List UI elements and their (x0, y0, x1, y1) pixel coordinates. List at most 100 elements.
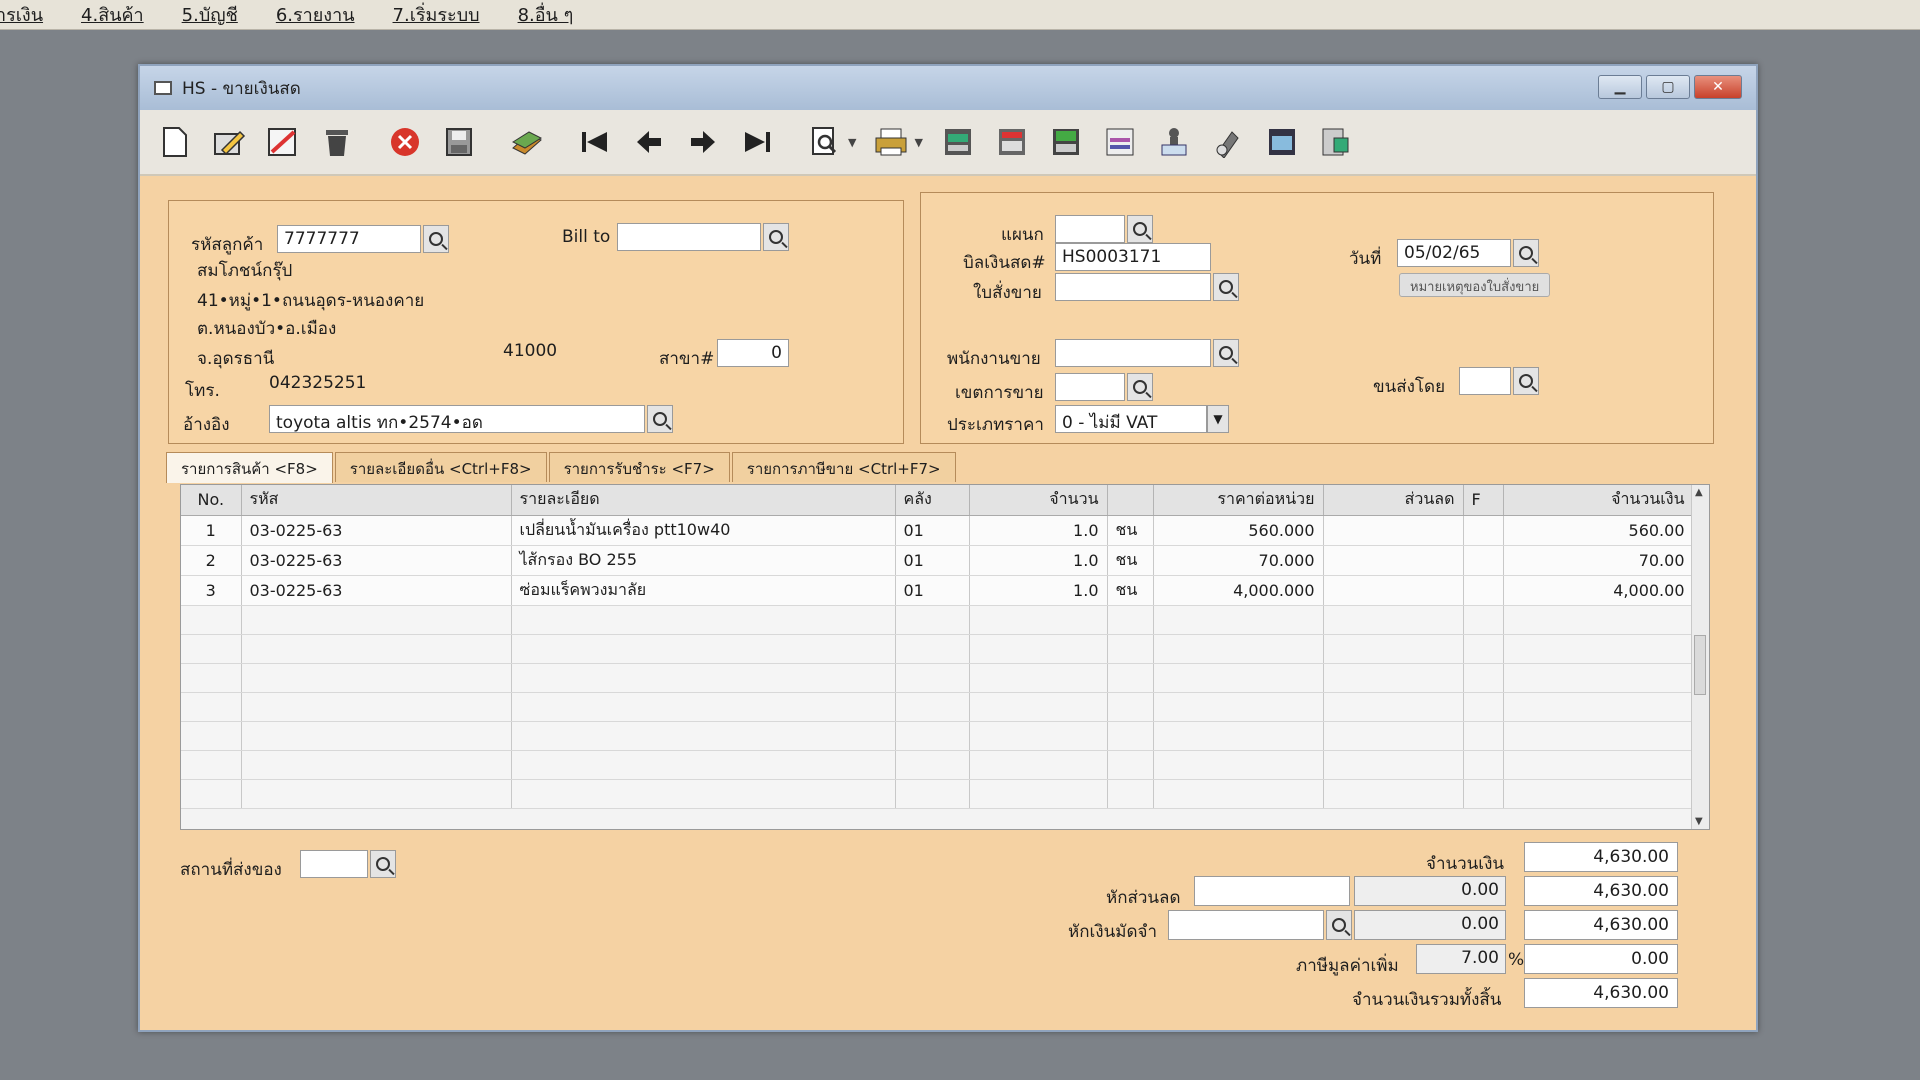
tab-other-details[interactable]: รายละเอียดอื่น <Ctrl+F8> (334, 452, 547, 482)
empty-row[interactable] (181, 692, 1694, 722)
table-row[interactable]: 1 03-0225-63 เปลี่ยนน้ำมันเครื่อง ptt10w… (181, 515, 1694, 546)
calc-icon[interactable] (937, 121, 979, 163)
cell-qty[interactable]: 1.0 (969, 545, 1108, 576)
cell-code[interactable]: 03-0225-63 (241, 515, 512, 546)
ship-place-input[interactable] (300, 850, 368, 878)
cell-discount[interactable] (1323, 545, 1464, 576)
date-input[interactable]: 05/02/65 (1397, 239, 1511, 267)
close-button[interactable]: ✕ (1694, 75, 1742, 99)
cell-f[interactable] (1463, 515, 1504, 546)
post-icon[interactable] (1045, 121, 1087, 163)
cell-f[interactable] (1463, 575, 1504, 606)
customer-code-input[interactable]: 7777777 (277, 225, 421, 253)
scroll-thumb[interactable] (1694, 635, 1706, 695)
cell-warehouse[interactable]: 01 (895, 515, 970, 546)
export-icon[interactable] (1315, 121, 1357, 163)
copy-icon[interactable] (506, 121, 548, 163)
branch-input[interactable]: 0 (717, 339, 789, 367)
cell-warehouse[interactable]: 01 (895, 545, 970, 576)
col-no-header[interactable]: No. (181, 485, 242, 516)
next-record-icon[interactable] (682, 121, 724, 163)
cell-unit[interactable]: ชน (1107, 515, 1154, 546)
col-unit-header[interactable] (1107, 485, 1154, 516)
first-record-icon[interactable] (574, 121, 616, 163)
col-amount-header[interactable]: จำนวนเงิน (1503, 485, 1694, 516)
empty-row[interactable] (181, 779, 1694, 809)
menu-setup[interactable]: 7.เริ่มระบบ (393, 0, 480, 29)
void-icon[interactable] (262, 121, 304, 163)
deposit-input[interactable] (1168, 910, 1324, 940)
col-desc-header[interactable]: รายละเอียด (511, 485, 896, 516)
deposit-search-button[interactable] (1326, 910, 1352, 940)
cell-code[interactable]: 03-0225-63 (241, 575, 512, 606)
department-input[interactable] (1055, 215, 1125, 243)
cell-qty[interactable]: 1.0 (969, 575, 1108, 606)
cell-price[interactable]: 70.000 (1153, 545, 1324, 576)
cell-desc[interactable]: เปลี่ยนน้ำมันเครื่อง ptt10w40 (511, 515, 896, 546)
menu-reports[interactable]: 6.รายงาน (276, 0, 355, 29)
table-row[interactable]: 2 03-0225-63 ไส้กรอง BO 255 01 1.0 ชน 70… (181, 545, 1694, 576)
reference-input[interactable]: toyota altis ทก•2574•อด (269, 405, 645, 433)
title-bar[interactable]: HS - ขายเงินสด ▁ ▢ ✕ (140, 66, 1756, 110)
empty-row[interactable] (181, 721, 1694, 751)
col-price-header[interactable]: ราคาต่อหน่วย (1153, 485, 1324, 516)
menu-accounts[interactable]: 5.บัญชี (182, 0, 238, 29)
cell-code[interactable]: 03-0225-63 (241, 545, 512, 576)
cell-desc[interactable]: ไส้กรอง BO 255 (511, 545, 896, 576)
menu-finance[interactable]: ารเงิน (0, 0, 43, 29)
new-doc-icon[interactable] (154, 121, 196, 163)
cell-discount[interactable] (1323, 515, 1464, 546)
ok-icon[interactable] (1261, 121, 1303, 163)
print-icon[interactable] (870, 121, 912, 163)
tab-sales-tax[interactable]: รายการภาษีขาย <Ctrl+F7> (731, 452, 956, 482)
salesperson-search-button[interactable] (1213, 339, 1239, 367)
report-icon[interactable] (991, 121, 1033, 163)
items-grid[interactable]: No. รหัส รายละเอียด คลัง จำนวน ราคาต่อหน… (180, 484, 1710, 830)
col-qty-header[interactable]: จำนวน (969, 485, 1108, 516)
tab-items[interactable]: รายการสินค้า <F8> (166, 452, 333, 483)
cell-unit[interactable]: ชน (1107, 575, 1154, 606)
save-icon[interactable] (438, 121, 480, 163)
tab-payments[interactable]: รายการรับชำระ <F7> (548, 452, 730, 482)
minimize-button[interactable]: ▁ (1598, 75, 1642, 99)
ship-place-search-button[interactable] (370, 850, 396, 878)
cell-price[interactable]: 4,000.000 (1153, 575, 1324, 606)
customer-search-button[interactable] (423, 225, 449, 253)
col-f-header[interactable]: F (1463, 485, 1504, 516)
menu-other[interactable]: 8.อื่น ๆ (518, 0, 574, 29)
cell-desc[interactable]: ซ่อมแร็คพวงมาลัย (511, 575, 896, 606)
chevron-down-icon[interactable]: ▼ (1207, 405, 1229, 433)
date-picker-button[interactable] (1513, 239, 1539, 267)
cell-f[interactable] (1463, 545, 1504, 576)
approve-icon[interactable] (1153, 121, 1195, 163)
sales-order-input[interactable] (1055, 273, 1211, 301)
col-discount-header[interactable]: ส่วนลด (1323, 485, 1464, 516)
cell-qty[interactable]: 1.0 (969, 515, 1108, 546)
reference-search-button[interactable] (647, 405, 673, 433)
cell-unit[interactable]: ชน (1107, 545, 1154, 576)
sales-area-input[interactable] (1055, 373, 1125, 401)
maximize-button[interactable]: ▢ (1646, 75, 1690, 99)
print-dropdown-icon[interactable]: ▼ (914, 136, 922, 149)
edit-icon[interactable] (208, 121, 250, 163)
order-note-button[interactable]: หมายเหตุของใบสั่งขาย (1399, 273, 1551, 297)
prev-record-icon[interactable] (628, 121, 670, 163)
delete-icon[interactable] (316, 121, 358, 163)
ship-by-search-button[interactable] (1513, 367, 1539, 395)
sales-order-search-button[interactable] (1213, 273, 1239, 301)
bill-to-input[interactable] (617, 223, 761, 251)
cell-price[interactable]: 560.000 (1153, 515, 1324, 546)
discount-input[interactable] (1194, 876, 1350, 906)
empty-row[interactable] (181, 605, 1694, 635)
salesperson-input[interactable] (1055, 339, 1211, 367)
search-doc-icon[interactable] (804, 121, 846, 163)
department-search-button[interactable] (1127, 215, 1153, 243)
menu-products[interactable]: 4.สินค้า (81, 0, 144, 29)
empty-row[interactable] (181, 663, 1694, 693)
empty-row[interactable] (181, 750, 1694, 780)
search-dropdown-icon[interactable]: ▼ (848, 136, 856, 149)
cell-warehouse[interactable]: 01 (895, 575, 970, 606)
col-code-header[interactable]: รหัส (241, 485, 512, 516)
grid-scrollbar[interactable]: ▲ ▼ (1691, 485, 1709, 829)
scroll-down-icon[interactable]: ▼ (1695, 816, 1703, 827)
